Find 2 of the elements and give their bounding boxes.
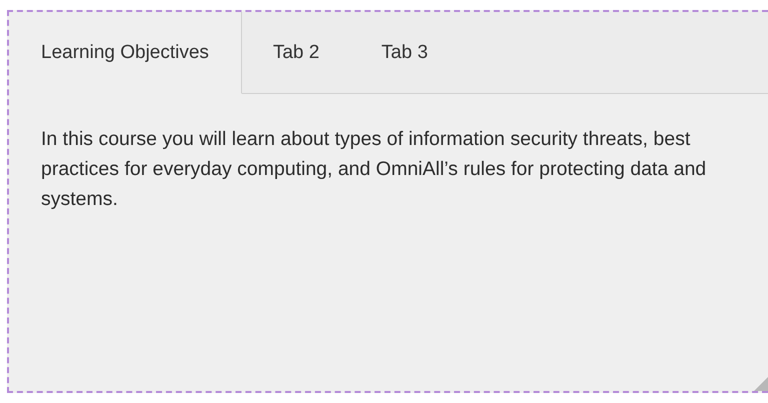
resize-grip-icon bbox=[754, 377, 768, 391]
description-text: In this course you will learn about types of information security threats, best practices for everyday computing, and OmniAll’s rules for protecting data and systems. bbox=[41, 127, 708, 212]
